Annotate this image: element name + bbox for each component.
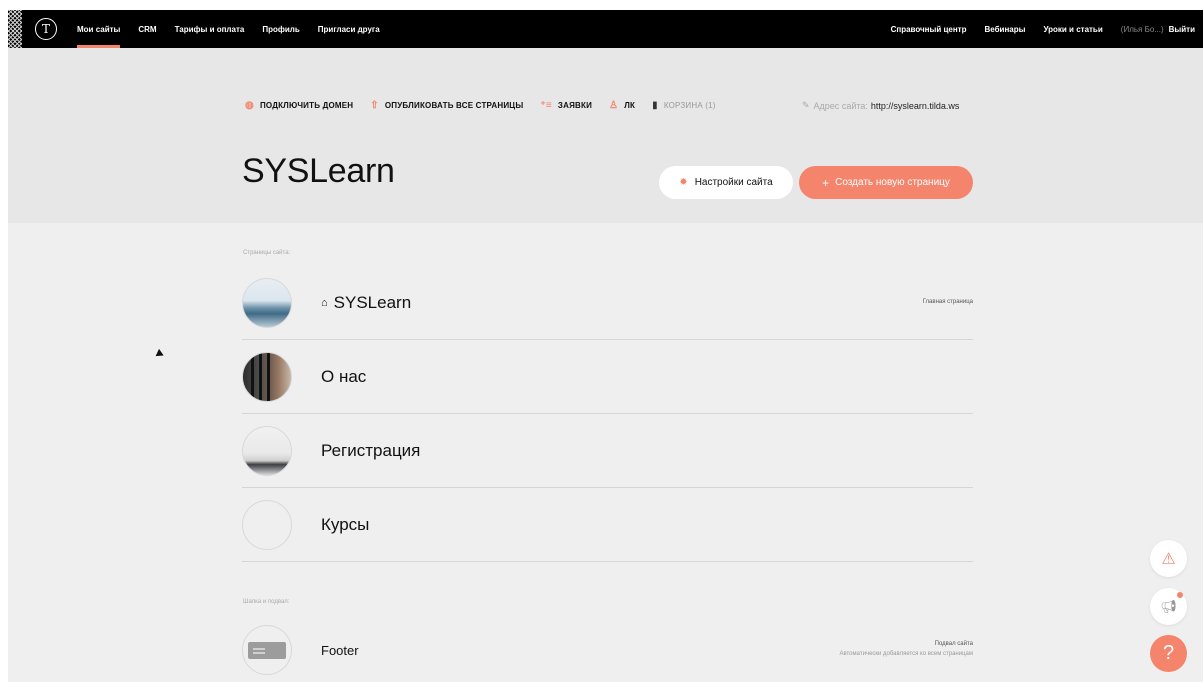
page-row-registration[interactable]: Регистрация [242,414,973,488]
create-page-label: Создать новую страницу [835,177,950,188]
page-title: SYSLearn [333,292,412,312]
megaphone-icon: 📢︎ [1160,598,1177,614]
nav-user[interactable]: (Илья Бо...) [1121,25,1164,34]
site-address-link[interactable]: http://syslearn.tilda.ws [871,101,960,111]
tilda-logo[interactable]: T [35,18,57,40]
header-footer-section-label: Шапка и подвал: [243,599,290,605]
app-window: T Мои сайты CRM Тарифы и оплата Профиль … [8,10,1203,682]
connect-domain-label: ПОДКЛЮЧИТЬ ДОМЕН [259,101,354,110]
nav-plans[interactable]: Тарифы и оплата [175,10,245,48]
page-note: Главная страница [922,298,973,305]
news-button[interactable]: 📢︎ [1150,588,1187,625]
footer-title: Footer [321,642,359,658]
edit-icon[interactable]: ✎ [802,100,810,111]
logo-letter: T [41,22,50,36]
nav-lessons[interactable]: Уроки и статьи [1043,25,1102,34]
page-title: Курсы [321,514,370,534]
trash-button[interactable]: ▮ КОРЗИНА (1) [652,100,716,111]
page-row-syslearn[interactable]: ⌂ SYSLearn Главная страница [242,266,973,340]
plus-icon: + [822,175,830,190]
site-settings-button[interactable]: ✹ Настройки сайта [659,166,793,199]
lk-button[interactable]: ♙ ЛК [609,100,635,111]
page-thumbnail [242,351,292,402]
page-title: Регистрация [321,440,421,460]
site-toolbar: ◍ ПОДКЛЮЧИТЬ ДОМЕН ⇧ ОПУБЛИКОВАТЬ ВСЕ СТРА… [245,100,733,111]
nav-invite[interactable]: Пригласи друга [318,10,380,48]
warning-icon: ⚠ [1161,550,1176,568]
page-thumbnail [242,277,292,328]
publish-all-label: ОПУБЛИКОВАТЬ ВСЕ СТРАНИЦЫ [384,101,524,110]
footer-note: Подвал сайта Автоматически добавляется к… [839,640,973,659]
trash-label: КОРЗИНА (1) [663,101,716,110]
footer-note-title: Подвал сайта [934,641,973,648]
mouse-cursor [155,348,166,360]
nav-my-sites[interactable]: Мои сайты [77,10,121,48]
site-title: SYSLearn [242,152,395,190]
connect-domain-button[interactable]: ◍ ПОДКЛЮЧИТЬ ДОМЕН [245,100,353,111]
footer-note-sub: Автоматически добавляется ко всем страни… [839,651,973,657]
create-page-button[interactable]: + Создать новую страницу [799,166,973,199]
site-settings-label: Настройки сайта [694,177,773,188]
publish-all-button[interactable]: ⇧ ОПУБЛИКОВАТЬ ВСЕ СТРАНИЦЫ [370,100,523,111]
page-row-footer[interactable]: Footer Подвал сайта Автоматически добавл… [242,613,973,682]
list-icon: ⁺≡ [540,100,552,111]
footer-thumbnail [242,625,292,675]
trash-icon: ▮ [652,100,658,111]
home-icon: ⌂ [321,296,328,309]
side-pattern [8,10,22,48]
lk-label: ЛК [624,101,636,110]
nav-right: Справочный центр Вебинары Уроки и статьи… [873,10,1203,48]
site-address: ✎ Адрес сайта: http://syslearn.tilda.ws [802,100,959,111]
page-row-courses[interactable]: Курсы [242,488,973,562]
nav-help-center[interactable]: Справочный центр [891,25,967,34]
top-navbar: T Мои сайты CRM Тарифы и оплата Профиль … [8,10,1203,48]
user-icon: ♙ [609,100,619,111]
page-title: О нас [321,366,367,386]
leads-label: ЗАЯВКИ [557,101,593,110]
site-header-panel: ◍ ПОДКЛЮЧИТЬ ДОМЕН ⇧ ОПУБЛИКОВАТЬ ВСЕ СТРА… [8,48,1203,223]
site-address-label: Адрес сайта: [813,100,868,111]
globe-icon: ◍ [245,100,254,111]
nav-webinars[interactable]: Вебинары [984,25,1025,34]
nav-logout[interactable]: Выйти [1169,25,1195,34]
upload-icon: ⇧ [370,100,379,111]
help-icon: ? [1162,642,1175,664]
warning-button[interactable]: ⚠ [1150,540,1187,577]
nav-left: Мои сайты CRM Тарифы и оплата Профиль Пр… [77,10,398,48]
leads-button[interactable]: ⁺≡ ЗАЯВКИ [540,100,592,111]
nav-crm[interactable]: CRM [138,10,156,48]
page-thumbnail [242,499,292,550]
page-row-about[interactable]: О нас [242,340,973,414]
pages-section-label: Страницы сайта: [243,250,291,256]
notification-dot [1177,592,1183,598]
page-thumbnail [242,425,292,476]
gear-icon: ✹ [679,177,688,188]
nav-profile[interactable]: Профиль [262,10,299,48]
help-button[interactable]: ? [1150,635,1187,672]
